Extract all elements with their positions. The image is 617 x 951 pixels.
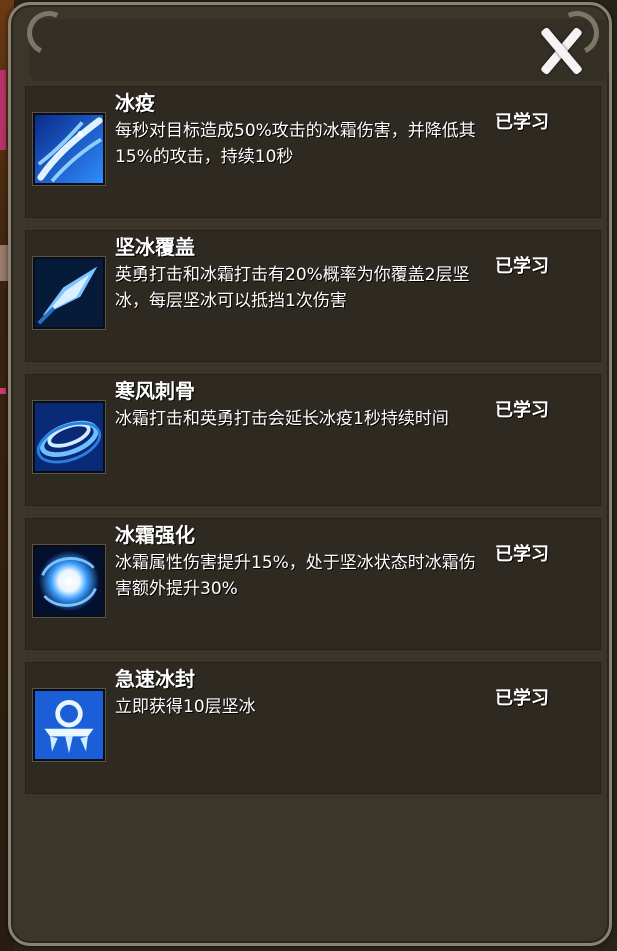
background-mark	[0, 245, 8, 281]
close-x-icon[interactable]	[529, 19, 591, 81]
skill-row[interactable]: 急速冰封 立即获得10层坚冰 已学习	[25, 662, 601, 794]
ice-crown-icon	[33, 689, 105, 761]
frost-orb-icon	[33, 545, 105, 617]
skill-row[interactable]: 寒风刺骨 冰霜打击和英勇打击会延长冰疫1秒持续时间 已学习	[25, 374, 601, 506]
skill-description: 立即获得10层坚冰	[115, 697, 256, 717]
skill-description: 冰霜属性伤害提升15%，处于坚冰状态时冰霜伤害额外提升30%	[115, 553, 476, 599]
frost-streak-icon	[33, 113, 105, 185]
skill-name: 冰疫	[115, 91, 155, 115]
skill-name: 寒风刺骨	[115, 379, 195, 403]
skill-description: 英勇打击和冰霜打击有20%概率为你覆盖2层坚冰，每层坚冰可以抵挡1次伤害	[115, 265, 470, 311]
skill-description: 冰霜打击和英勇打击会延长冰疫1秒持续时间	[115, 409, 449, 429]
skill-status: 已学习	[495, 400, 549, 421]
skill-status: 已学习	[495, 544, 549, 565]
skill-row[interactable]: 冰霜强化 冰霜属性伤害提升15%，处于坚冰状态时冰霜伤害额外提升30% 已学习	[25, 518, 601, 650]
skill-description: 每秒对目标造成50%攻击的冰霜伤害，并降低其15%的攻击，持续10秒	[115, 121, 476, 167]
panel-header	[29, 19, 609, 81]
background-mark	[0, 388, 6, 394]
skill-row[interactable]: 坚冰覆盖 英勇打击和冰霜打击有20%概率为你覆盖2层坚冰，每层坚冰可以抵挡1次伤…	[25, 230, 601, 362]
skill-name: 冰霜强化	[115, 523, 195, 547]
skill-name: 坚冰覆盖	[115, 235, 195, 259]
ice-shard-icon	[33, 257, 105, 329]
skill-name: 急速冰封	[115, 667, 195, 691]
skill-status: 已学习	[495, 688, 549, 709]
skill-list: 冰疫 每秒对目标造成50%攻击的冰霜伤害，并降低其15%的攻击，持续10秒 已学…	[25, 86, 601, 806]
frost-whirlwind-icon	[33, 401, 105, 473]
skill-status: 已学习	[495, 256, 549, 277]
skill-status: 已学习	[495, 112, 549, 133]
skill-row[interactable]: 冰疫 每秒对目标造成50%攻击的冰霜伤害，并降低其15%的攻击，持续10秒 已学…	[25, 86, 601, 218]
background-mark	[0, 70, 6, 150]
